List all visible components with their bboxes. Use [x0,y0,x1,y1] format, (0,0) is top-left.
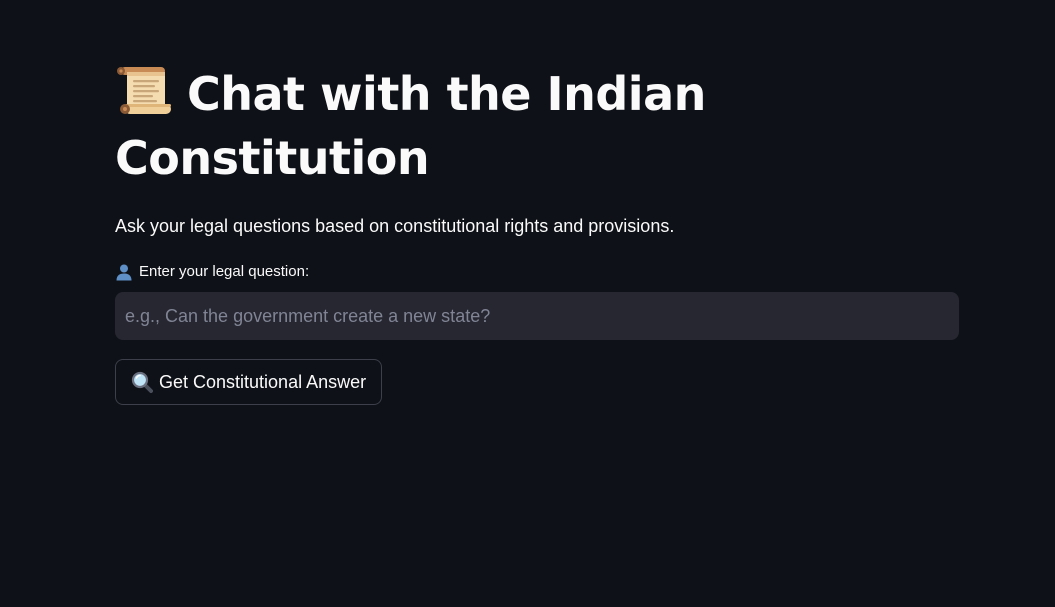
page-title-text: Chat with the Indian Constitution [115,67,706,185]
page-subtitle: Ask your legal questions based on consti… [115,216,675,236]
question-label-text: Enter your legal question: [139,263,310,280]
question-input-container [115,292,959,340]
question-label: Enter your legal question: [115,262,959,282]
main-content: Chat with the Indian Constitution Ask yo… [115,62,959,405]
question-input[interactable] [115,292,959,340]
scroll-icon [115,64,173,118]
search-icon [131,371,153,393]
user-icon [115,263,133,281]
page-title: Chat with the Indian Constitution [115,62,715,190]
get-answer-button[interactable]: Get Constitutional Answer [115,359,383,405]
get-answer-button-label: Get Constitutional Answer [159,371,367,392]
